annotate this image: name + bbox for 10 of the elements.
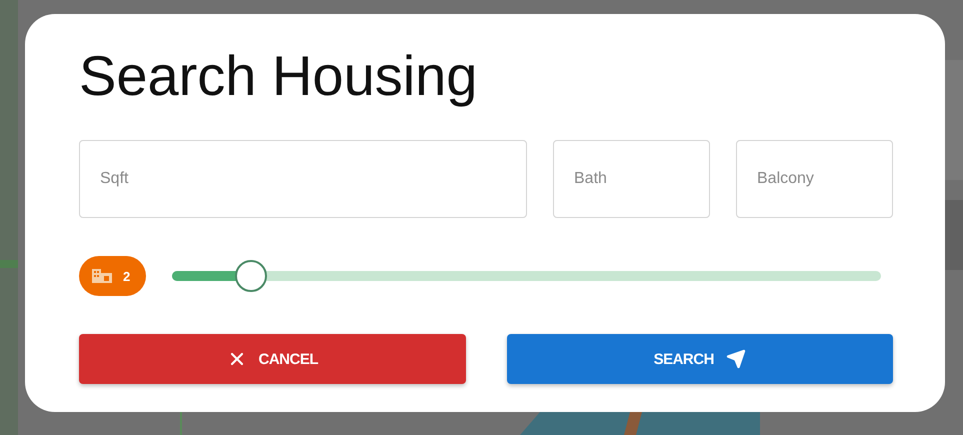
input-field[interactable]: Bath (553, 140, 710, 218)
badge-value: 2 (123, 268, 130, 284)
cancel-button[interactable]: CANCEL (79, 334, 466, 384)
search-button[interactable]: SEARCH (506, 334, 893, 384)
dialog-title: Search Housing (79, 44, 478, 108)
building-icon (91, 268, 113, 284)
slider-thumb[interactable] (235, 260, 268, 292)
input-field[interactable]: Sqft (79, 140, 527, 218)
send-icon (726, 349, 746, 369)
input-field[interactable]: Balcony (736, 140, 893, 218)
